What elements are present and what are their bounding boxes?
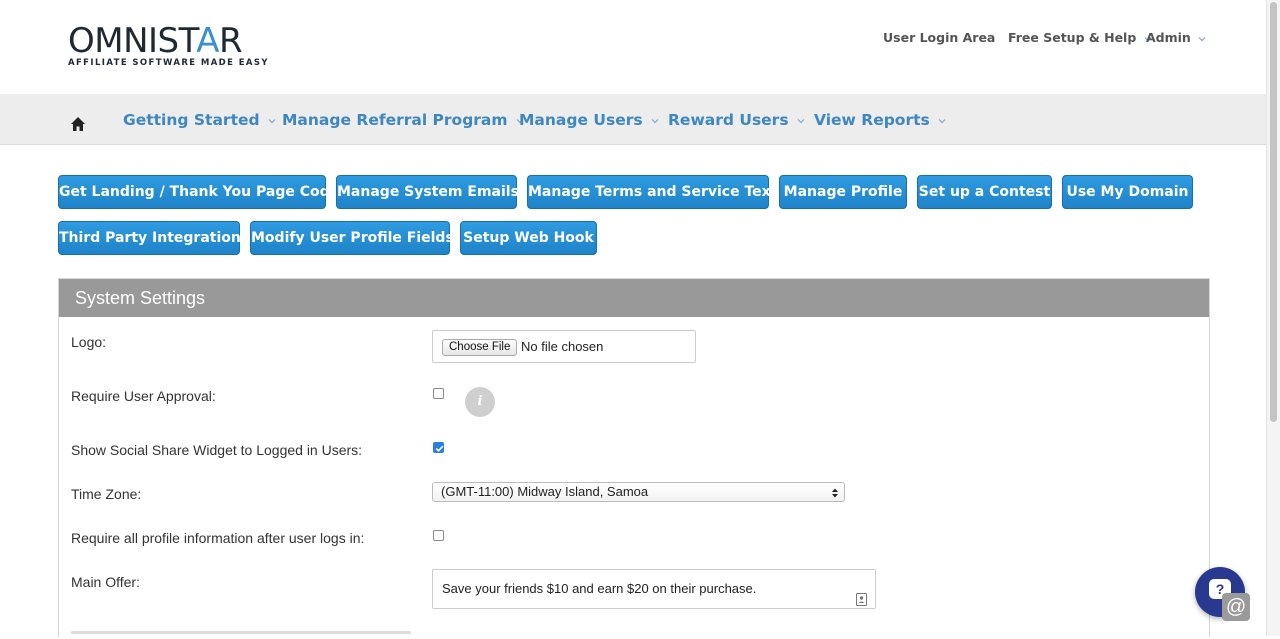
home-icon[interactable] [70, 116, 86, 132]
main-offer-value: Save your friends $10 and earn $20 on th… [442, 581, 757, 596]
require-approval-label: Require User Approval: [71, 388, 216, 404]
nav-getting-started[interactable]: Getting Started [123, 111, 277, 129]
require-profile-checkbox[interactable] [433, 530, 444, 541]
user-login-area-label: User Login Area [883, 30, 996, 45]
chevron-down-icon [1197, 34, 1207, 44]
modify-user-profile-fields-button[interactable]: Modify User Profile Fields [250, 221, 454, 255]
contact-card-icon [856, 583, 867, 606]
social-share-label: Show Social Share Widget to Logged in Us… [71, 442, 363, 458]
choose-file-button[interactable]: Choose File [442, 339, 518, 356]
admin-menu[interactable]: Admin [1146, 30, 1207, 45]
page-scrollbar[interactable] [1266, 0, 1280, 636]
nav-manage-users[interactable]: Manage Users [519, 111, 660, 129]
info-icon[interactable]: i [465, 387, 495, 417]
manage-profile-button[interactable]: Manage Profile [779, 175, 907, 209]
admin-label: Admin [1146, 30, 1191, 45]
use-my-domain-button[interactable]: Use My Domain [1062, 175, 1193, 209]
top-links: User Login Area Free Setup & Help Admin [0, 30, 1266, 50]
set-up-contest-button[interactable]: Set up a Contest [917, 175, 1052, 209]
require-profile-label: Require all profile information after us… [71, 530, 365, 546]
manage-terms-button[interactable]: Manage Terms and Service Text [527, 175, 777, 209]
nav-manage-users-label: Manage Users [519, 111, 643, 129]
at-sign-icon[interactable]: @ [1222, 593, 1250, 621]
user-login-area-link[interactable]: User Login Area [883, 30, 995, 45]
nav-reward-users[interactable]: Reward Users [668, 111, 806, 129]
manage-system-emails-button[interactable]: Manage System Emails [336, 175, 519, 209]
nav-manage-referral-program[interactable]: Manage Referral Program [282, 111, 525, 129]
logo-label: Logo: [71, 334, 107, 350]
select-arrows-icon [831, 486, 839, 498]
panel-title: System Settings [59, 279, 1209, 317]
checkmark-icon [435, 445, 444, 452]
nav-view-reports-label: View Reports [814, 111, 930, 129]
timezone-select[interactable]: (GMT-11:00) Midway Island, Samoa [432, 482, 845, 502]
scrollbar-thumb[interactable] [1270, 2, 1277, 422]
nav-view-reports[interactable]: View Reports [814, 111, 947, 129]
free-setup-help-menu[interactable]: Free Setup & Help [1008, 30, 1153, 45]
chevron-down-icon [267, 116, 277, 126]
logo-file-input[interactable]: Choose File No file chosen [432, 330, 696, 363]
main-offer-label: Main Offer: [71, 574, 140, 590]
get-landing-page-code-button[interactable]: Get Landing / Thank You Page Code [58, 175, 339, 209]
nav-getting-started-label: Getting Started [123, 111, 260, 129]
free-setup-help-label: Free Setup & Help [1008, 30, 1137, 45]
main-navbar: Getting Started Manage Referral Program … [0, 94, 1266, 145]
chevron-down-icon [937, 116, 947, 126]
chevron-down-icon [796, 116, 806, 126]
setup-web-hook-button[interactable]: Setup Web Hook [460, 221, 597, 255]
file-status: No file chosen [521, 339, 604, 354]
nav-manage-referral-program-label: Manage Referral Program [282, 111, 508, 129]
nav-reward-users-label: Reward Users [668, 111, 789, 129]
require-approval-checkbox[interactable] [433, 388, 444, 399]
social-share-checkbox[interactable] [433, 442, 444, 453]
timezone-label: Time Zone: [71, 486, 142, 502]
timezone-selected-value: (GMT-11:00) Midway Island, Samoa [441, 484, 649, 499]
system-settings-panel: System Settings Logo: Choose File No fil… [58, 278, 1210, 637]
logo-tagline: AFFILIATE SOFTWARE MADE EASY [68, 58, 269, 68]
header: OMNISTAR AFFILIATE SOFTWARE MADE EASY Us… [0, 0, 1266, 94]
third-party-integration-button[interactable]: Third Party Integration [58, 221, 241, 255]
chevron-down-icon [650, 116, 660, 126]
next-setting-row-cutoff [71, 631, 571, 639]
main-offer-input[interactable]: Save your friends $10 and earn $20 on th… [432, 569, 876, 609]
